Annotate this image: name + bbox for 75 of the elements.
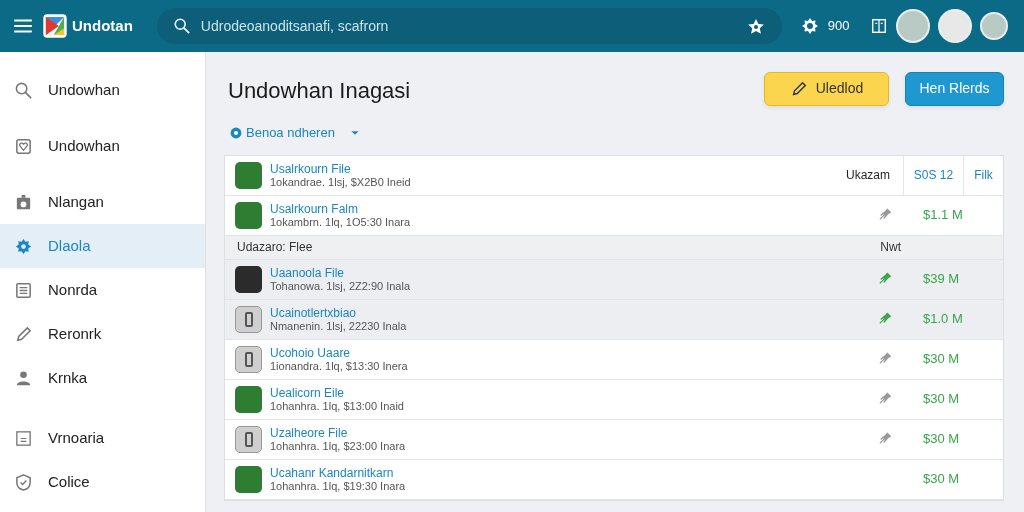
device-icon: [244, 431, 253, 447]
file-details: Tohanowa. 1lsj, 2Z2:90 Inala: [270, 279, 411, 293]
app-name: Undotan: [72, 15, 133, 36]
sidebar-item[interactable]: Colice: [0, 460, 205, 504]
price: $1.1 M: [923, 206, 964, 225]
price: $30 M: [923, 430, 961, 449]
sidebar-item[interactable]: Reronrk: [0, 312, 205, 356]
sidebar-item[interactable]: Vrnoaria: [0, 416, 205, 460]
price: $30 M: [923, 350, 961, 369]
app-logo-icon: [42, 13, 68, 39]
camera-icon: [14, 192, 33, 212]
avatar[interactable]: [979, 12, 1008, 40]
sidebar-item[interactable]: Nonrda: [0, 268, 205, 312]
photo-placeholder: [235, 201, 262, 229]
table-row[interactable]: Ucainotlertxbiao Nmanenin. 1lsj, 22230 Inala $1.0 M: [225, 299, 1003, 340]
gear-icon: [14, 236, 33, 256]
price: $1.0 M: [923, 310, 964, 329]
sidebar-item[interactable]: Undowhan: [0, 68, 205, 112]
table-row[interactable]: Usalrkourn Falm 1okambrn. 1lq, 1O5:30 Inara $1.1 M: [225, 195, 1003, 236]
file-name[interactable]: Uealicorn Eile: [270, 385, 404, 400]
group-header: Udazaro: Flee: [237, 239, 313, 256]
search-input[interactable]: Udrodeoanoditsanafi, scafrorn: [198, 14, 719, 38]
price: $39 M: [923, 270, 961, 289]
search-icon: [172, 17, 191, 35]
device-icon: [244, 351, 253, 367]
file-details: 1okandrae. 1lsj, $X2B0 Ineid: [270, 175, 411, 189]
person-icon: [14, 368, 33, 388]
device-icon: [244, 311, 253, 327]
photo-placeholder: [235, 265, 262, 293]
search-icon: [14, 80, 33, 100]
file-details: 1ohanhra. 1lq, $13:00 Inaid: [270, 399, 404, 413]
file-name[interactable]: Ucahanr Kandarnitkarn: [270, 465, 406, 480]
column-header: Nwt: [880, 239, 901, 256]
picture-icon: [14, 136, 33, 156]
file-details: 1ohanhra. 1lq, $19:30 Inara: [270, 479, 406, 493]
table-row[interactable]: Uzalheore File 1ohanhra. 1lq, $23:00 Inara $30 M: [225, 419, 1003, 460]
list-icon: [14, 280, 33, 300]
table-row[interactable]: Ucahanr Kandarnitkarn 1ohanhra. 1lq, $19:30 Inara $30 M: [225, 459, 1003, 500]
table-cell-text: Ukazam: [845, 167, 891, 184]
file-name[interactable]: Usalrkourn File: [270, 161, 411, 176]
file-details: Nmanenin. 1lsj, 22230 Inala: [270, 319, 407, 333]
page-title: Undowhan Inagasi: [228, 77, 411, 105]
price: $30 M: [923, 390, 961, 409]
file-details: 1ohanhra. 1lq, $23:00 Inara: [270, 439, 406, 453]
photo-placeholder: [235, 385, 262, 413]
photo-placeholder: [235, 161, 262, 189]
sidebar-item[interactable]: Nlangan: [0, 180, 205, 224]
file-name[interactable]: Ucainotlertxbiao: [270, 305, 407, 320]
file-details: 1okambrn. 1lq, 1O5:30 Inara: [270, 215, 411, 229]
table-row[interactable]: Ucohoio Uaare 1ionandra. 1lq, $13:30 Inera $30 M: [225, 339, 1003, 380]
photo-placeholder: [235, 465, 262, 493]
radio-dot-icon: [230, 126, 242, 139]
file-details: 1ionandra. 1lq, $13:30 Inera: [270, 359, 408, 373]
avatar[interactable]: [895, 9, 930, 43]
document-icon: [14, 428, 33, 448]
table-row[interactable]: Uealicorn Eile 1ohanhra. 1lq, $13:00 Inaid $30 M: [225, 379, 1003, 420]
table-row[interactable]: Uaanoola File Tohanowa. 1lsj, 2Z2:90 Inala $39 M: [225, 259, 1003, 300]
notification-count: 900: [827, 17, 850, 36]
table-row[interactable]: Usalrkourn File 1okandrae. 1lsj, $X2B0 Ineid Ukazam S0S 12 Filk: [225, 155, 1003, 196]
file-name[interactable]: Uzalheore File: [270, 425, 406, 440]
table-cell: S0S 12: [903, 155, 963, 195]
action-button[interactable]: Uledlod: [764, 71, 889, 106]
table-cell: Filk: [963, 155, 1003, 195]
sidebar-item[interactable]: Krnka: [0, 356, 205, 400]
avatar[interactable]: [937, 9, 972, 43]
price: $30 M: [923, 470, 961, 489]
shield-icon: [14, 472, 33, 492]
book-icon[interactable]: [869, 17, 888, 35]
file-name[interactable]: Usalrkourn Falm: [270, 201, 411, 216]
search-field[interactable]: Udrodeoanoditsanafi, scafrorn: [156, 8, 782, 44]
file-name[interactable]: Ucohoio Uaare: [270, 345, 408, 360]
filter-dropdown[interactable]: Benoa ndheren: [230, 123, 1004, 143]
sidebar-item[interactable]: Undowhan: [0, 124, 205, 168]
pencil-icon: [14, 324, 33, 344]
file-name[interactable]: Uaanoola File: [270, 265, 411, 280]
